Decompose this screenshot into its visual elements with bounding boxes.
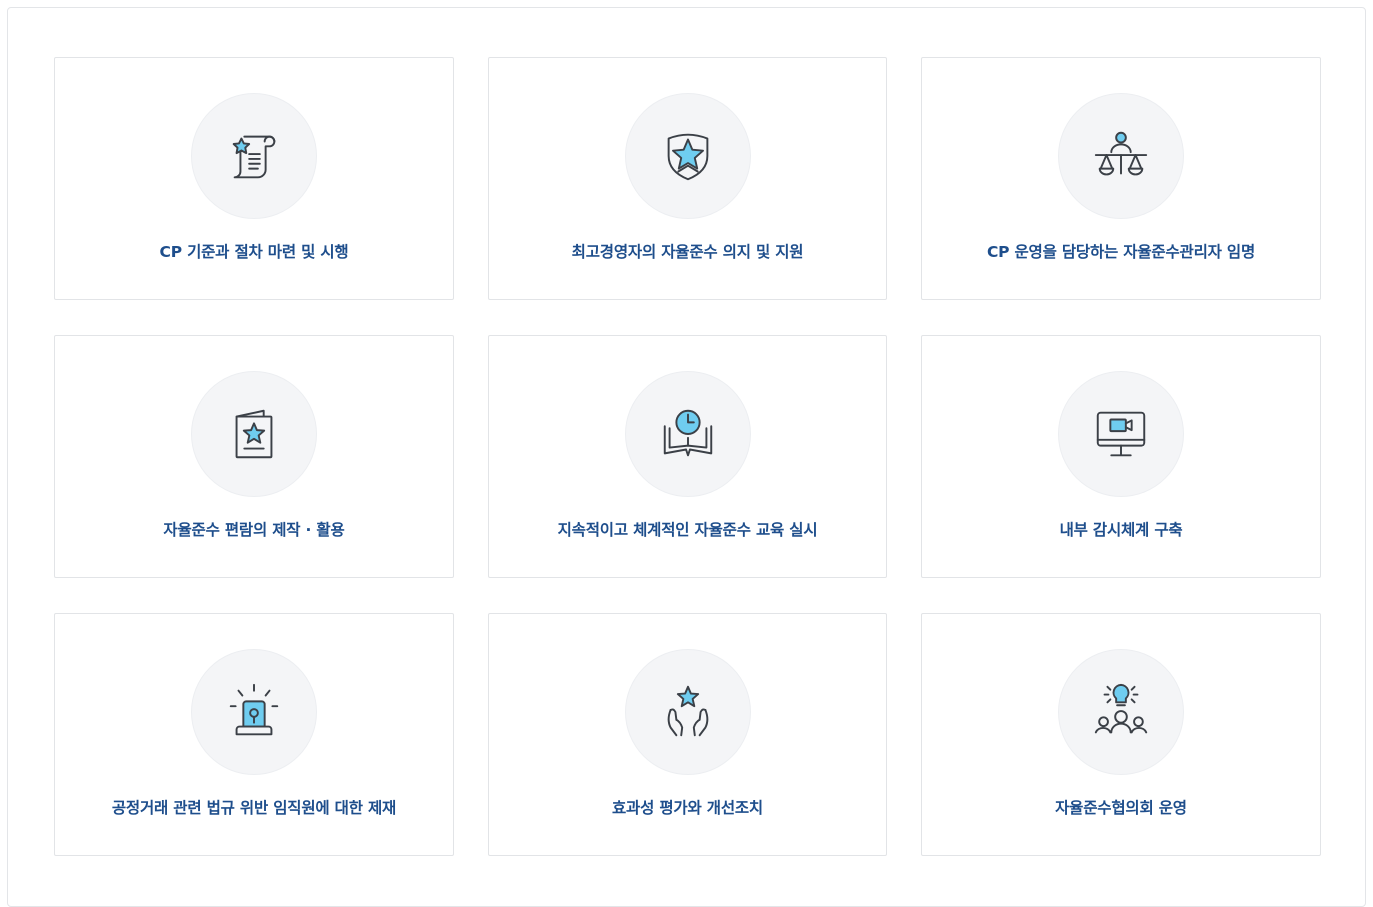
icon-circle <box>191 93 317 219</box>
card-label: CP 기준과 절차 마련 및 시행 <box>159 243 349 261</box>
icon-circle <box>624 93 751 219</box>
card-ceo-commitment[interactable]: 최고경영자의 자율준수 의지 및 지원 <box>488 57 887 300</box>
card-effectiveness[interactable]: 효과성 평가와 개선조치 <box>488 613 887 856</box>
group-idea-icon <box>1094 683 1148 734</box>
icon-circle <box>1058 93 1184 219</box>
card-label: 최고경영자의 자율준수 의지 및 지원 <box>571 243 804 261</box>
card-label: 내부 감시체계 구축 <box>1059 521 1183 539</box>
hands-star-icon <box>667 685 708 737</box>
card-handbook[interactable]: 자율준수 편람의 제작 · 활용 <box>54 335 454 578</box>
card-internal-monitoring[interactable]: 내부 감시체계 구축 <box>921 335 1321 578</box>
icon-circle <box>1058 371 1184 497</box>
card-label: 지속적이고 체계적인 자율준수 교육 실시 <box>557 521 818 539</box>
card-label: 자율준수 편람의 제작 · 활용 <box>163 521 345 539</box>
card-label: 공정거래 관련 법규 위반 임직원에 대한 제재 <box>111 799 397 817</box>
card-cp-standards[interactable]: CP 기준과 절차 마련 및 시행 <box>54 57 454 300</box>
scroll-star-icon <box>232 135 276 179</box>
card-label: CP 운영을 담당하는 자율준수관리자 임명 <box>986 243 1256 261</box>
handbook-star-icon <box>235 409 273 459</box>
book-clock-icon <box>663 409 712 457</box>
card-compliance-council[interactable]: 자율준수협의회 운영 <box>921 613 1321 856</box>
card-compliance-manager[interactable]: CP 운영을 담당하는 자율준수관리자 임명 <box>921 57 1321 300</box>
icon-circle <box>191 371 317 497</box>
card-education[interactable]: 지속적이고 체계적인 자율준수 교육 실시 <box>488 335 887 578</box>
siren-icon <box>229 683 279 736</box>
icon-circle <box>1058 649 1184 775</box>
icon-circle <box>191 649 317 775</box>
card-label: 자율준수협의회 운영 <box>1055 799 1187 817</box>
card-label: 효과성 평가와 개선조치 <box>612 799 763 817</box>
cp-elements-grid: CP 기준과 절차 마련 및 시행 최고경영자의 자율준수 의지 및 지원 CP… <box>54 57 1321 856</box>
cp-elements-panel: CP 기준과 절차 마련 및 시행 최고경영자의 자율준수 의지 및 지원 CP… <box>7 7 1366 907</box>
icon-circle <box>624 371 751 497</box>
card-sanctions[interactable]: 공정거래 관련 법규 위반 임직원에 대한 제재 <box>54 613 454 856</box>
shield-star-icon <box>667 133 708 181</box>
person-scales-icon <box>1094 131 1148 176</box>
icon-circle <box>624 649 751 775</box>
monitor-camera-icon <box>1096 411 1146 457</box>
